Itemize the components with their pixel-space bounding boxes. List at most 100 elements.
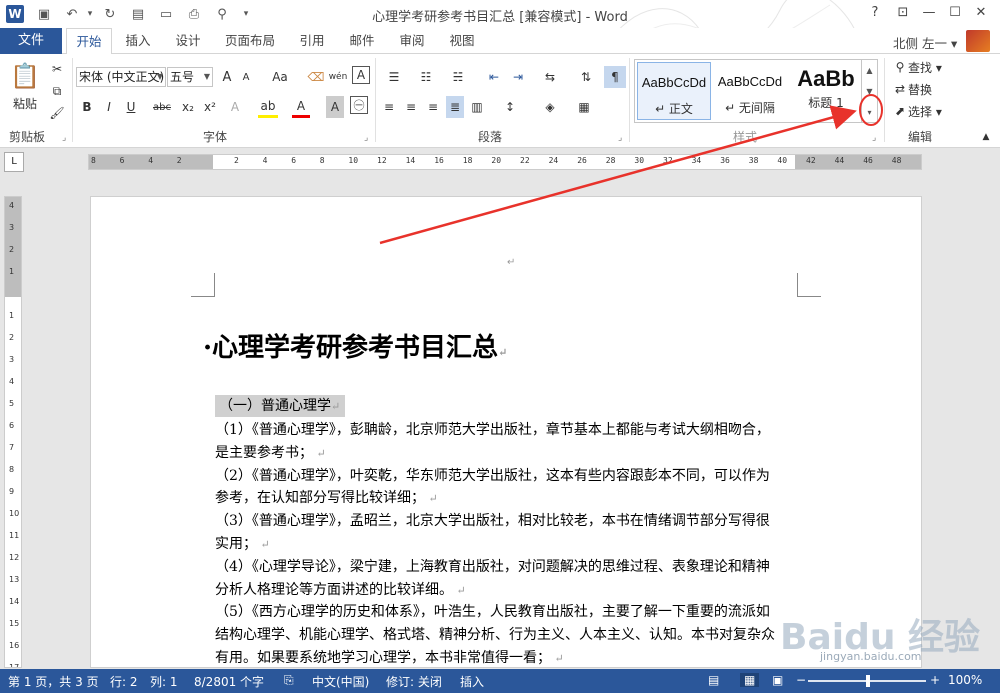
body-line[interactable]: （3）《普通心理学》，孟昭兰，北京大学出版社，相对比较老，本书在情绪调节部分写得… xyxy=(215,510,801,530)
body-line[interactable]: 分析人格理论等方面讲述的比较详细。 ↵ xyxy=(215,579,801,599)
numbering-icon[interactable]: ☷ xyxy=(412,66,440,88)
tab-review[interactable]: 审阅 xyxy=(392,28,432,54)
zoom-in-icon[interactable]: + xyxy=(930,673,940,687)
multilevel-list-icon[interactable]: ☵ xyxy=(444,66,472,88)
clipboard-launcher-icon[interactable]: ⌟ xyxy=(62,133,66,143)
save-disk-icon[interactable]: ▤ xyxy=(128,4,148,24)
body-line[interactable]: 有用。如果要系统地学习心理学，本书非常值得一看； ↵ xyxy=(215,647,801,667)
font-color-icon[interactable]: A xyxy=(292,96,310,118)
status-insert-mode[interactable]: 插入 xyxy=(460,673,484,690)
styles-more-icon[interactable]: ▾ xyxy=(862,102,877,123)
close-button[interactable]: ✕ xyxy=(970,3,992,23)
font-size-combo[interactable]: 五号 ▼ xyxy=(167,67,213,87)
user-account[interactable]: 北侧 左一 ▾ xyxy=(893,33,957,52)
vertical-ruler[interactable]: 4 3 2 1 1 2 3 4 5 6 7 8 9 10 11 12 13 14 15 16 17 xyxy=(4,196,22,668)
superscript-button[interactable]: x² xyxy=(200,96,220,118)
font-name-combo[interactable]: 宋体 (中文正文) ▼ xyxy=(76,67,166,87)
shading-icon[interactable]: ◈ xyxy=(536,96,564,118)
body-line[interactable]: （2）《普通心理学》，叶奕乾，华东师范大学出版社，这本有些内容跟彭本不同，可以作… xyxy=(215,465,801,485)
text-effects-icon[interactable]: A xyxy=(226,96,244,118)
highlight-color-icon[interactable]: ab xyxy=(258,96,278,118)
customize-quick-access-icon[interactable]: ▾ xyxy=(236,4,256,24)
tab-insert[interactable]: 插入 xyxy=(118,28,158,54)
ribbon-display-options-button[interactable]: ⊡ xyxy=(892,3,914,23)
undo-icon[interactable]: ↶ xyxy=(62,4,82,24)
scroll-up-icon[interactable]: ▲ xyxy=(862,60,877,81)
enclose-char-icon[interactable]: ㊀ xyxy=(350,96,368,114)
body-line[interactable]: 结构心理学、机能心理学、格式塔、精神分析、行为主义、人本主义、认知。本书对复杂众 xyxy=(215,624,801,644)
style-no-spacing[interactable]: AaBbCcDd ↵ 无间隔 xyxy=(713,62,787,120)
borders-icon[interactable]: ▦ xyxy=(570,96,598,118)
zoom-level[interactable]: 100% xyxy=(948,673,982,687)
align-center-icon[interactable]: ≡ xyxy=(402,96,420,118)
shrink-font-button[interactable]: A xyxy=(238,66,254,88)
body-line[interactable]: 参考，在认知部分写得比较详细； ↵ xyxy=(215,487,801,507)
tab-references[interactable]: 引用 xyxy=(292,28,332,54)
change-case-button[interactable]: Aa xyxy=(266,66,294,88)
decrease-indent-icon[interactable]: ⇤ xyxy=(484,66,504,88)
body-line[interactable]: 是主要参考书； ↵ xyxy=(215,442,801,462)
tab-home[interactable]: 开始 xyxy=(66,28,112,55)
zoom-slider-thumb[interactable] xyxy=(866,675,870,687)
underline-button[interactable]: U xyxy=(122,96,140,118)
save-icon[interactable]: ▣ xyxy=(34,4,54,24)
web-layout-icon[interactable]: ▣ xyxy=(772,673,783,687)
paragraph-launcher-icon[interactable]: ⌟ xyxy=(618,133,622,143)
paste-icon[interactable]: 📋 xyxy=(8,58,42,94)
copy-icon[interactable]: ⧉ xyxy=(48,80,66,102)
scroll-down-icon[interactable]: ▼ xyxy=(862,81,877,102)
align-left-icon[interactable]: ≡ xyxy=(380,96,398,118)
proofing-icon[interactable]: ⎘ xyxy=(284,673,294,688)
status-word-count[interactable]: 8/2801 个字 xyxy=(194,673,264,690)
chinese-layout-icon[interactable]: ⇆ xyxy=(536,66,564,88)
body-line[interactable]: （4）《心理学导论》，梁宁建，上海教育出版社，对问题解决的思维过程、表象理论和精… xyxy=(215,556,801,576)
bold-button[interactable]: B xyxy=(78,96,96,118)
select-button[interactable]: 选择 ▾ xyxy=(908,100,958,122)
tab-view[interactable]: 视图 xyxy=(442,28,482,54)
distributed-icon[interactable]: ▥ xyxy=(468,96,486,118)
status-page[interactable]: 第 1 页，共 3 页 xyxy=(8,673,99,690)
body-line[interactable]: （1）《普通心理学》，彭聃龄，北京师范大学出版社，章节基本上都能与考试大纲相吻合… xyxy=(215,419,801,439)
status-language[interactable]: 中文(中国) xyxy=(312,673,369,690)
collapse-ribbon-icon[interactable]: ▲ xyxy=(978,126,994,148)
tab-mailings[interactable]: 邮件 xyxy=(342,28,382,54)
tab-file[interactable]: 文件 xyxy=(0,28,62,54)
styles-launcher-icon[interactable]: ⌟ xyxy=(872,133,876,143)
status-revision[interactable]: 修订: 关闭 xyxy=(386,673,442,690)
print-layout-icon[interactable]: ▦ xyxy=(740,673,760,687)
format-painter-icon[interactable]: 🖌 xyxy=(48,102,66,124)
phonetic-guide-button[interactable]: wén xyxy=(328,66,348,88)
subscript-button[interactable]: x₂ xyxy=(178,96,198,118)
grow-font-button[interactable]: A xyxy=(218,66,236,88)
increase-indent-icon[interactable]: ⇥ xyxy=(508,66,528,88)
status-row[interactable]: 行: 2 xyxy=(110,673,138,690)
style-heading-1[interactable]: AaBb 标题 1 xyxy=(789,62,863,120)
minimize-button[interactable]: — xyxy=(918,3,940,23)
tab-selector[interactable]: L xyxy=(4,152,24,172)
open-icon[interactable]: ▭ xyxy=(156,4,176,24)
style-normal[interactable]: AaBbCcDd ↵ 正文 xyxy=(637,62,711,120)
justify-icon[interactable]: ≣ xyxy=(446,96,464,118)
redo-icon[interactable]: ↻ xyxy=(100,4,120,24)
document-page[interactable]: ↵ ·心理学考研参考书目汇总↵ （一）普通心理学↵ （1）《普通心理学》，彭聃龄… xyxy=(90,196,922,668)
body-line[interactable]: （5）《西方心理学的历史和体系》，叶浩生，人民教育出版社，主要了解一下重要的流派… xyxy=(215,601,801,621)
undo-dropdown-icon[interactable]: ▾ xyxy=(80,4,100,24)
help-button[interactable]: ? xyxy=(864,3,886,23)
print-preview-icon[interactable]: ⎙ xyxy=(184,4,204,24)
body-line[interactable]: 实用； ↵ xyxy=(215,533,801,553)
document-title[interactable]: ·心理学考研参考书目汇总↵ xyxy=(203,327,507,364)
clear-format-icon[interactable]: ⌫ xyxy=(306,66,326,88)
maximize-button[interactable]: ☐ xyxy=(944,3,966,23)
cut-icon[interactable]: ✂ xyxy=(48,58,66,80)
align-right-icon[interactable]: ≡ xyxy=(424,96,442,118)
replace-button[interactable]: 替换 xyxy=(908,78,948,100)
font-launcher-icon[interactable]: ⌟ xyxy=(364,133,368,143)
show-marks-icon[interactable]: ¶ xyxy=(604,66,626,88)
find-binoculars-icon[interactable]: ⚲ xyxy=(212,4,232,24)
horizontal-ruler[interactable]: 8 6 4 2 2 4 6 8 10 12 14 16 18 20 22 24 26 28 30 32 34 36 38 40… xyxy=(88,154,922,170)
read-mode-icon[interactable]: ▤ xyxy=(708,673,719,687)
avatar[interactable] xyxy=(966,30,990,52)
paste-button[interactable]: 粘贴 xyxy=(6,94,44,112)
italic-button[interactable]: I xyxy=(100,96,118,118)
bullets-icon[interactable]: ☰ xyxy=(380,66,408,88)
